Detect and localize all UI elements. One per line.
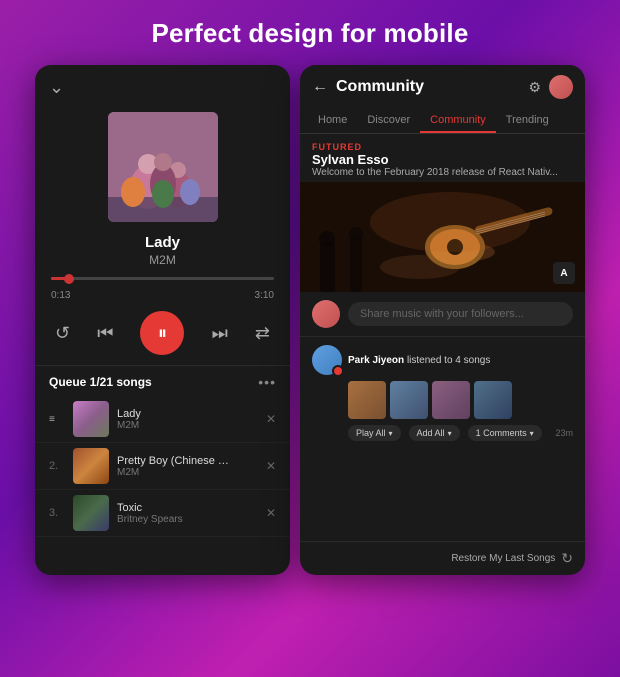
queue-number: 3. [49,507,65,519]
share-row: Share music with your followers... [300,292,585,337]
song-artist: M2M [45,253,280,267]
queue-item-info: Toxic Britney Spears [117,502,266,525]
album-art [108,112,218,222]
comments-button[interactable]: 1 Comments ▾ [468,425,542,441]
remove-item-icon[interactable]: ✕ [266,412,276,426]
playing-indicator-icon: ≡ [49,414,65,425]
activity-row: Park Jiyeon listened to 4 songs Play All… [300,337,585,449]
remove-item-icon[interactable]: ✕ [266,459,276,473]
progress-bar[interactable] [51,277,274,280]
tab-discover[interactable]: Discover [357,107,420,133]
activity-timestamp: 23m [555,428,573,438]
playback-controls: ↺ ⏮ ⏸ ⏭ ⇄ [35,305,290,365]
activity-action-text: listened to 4 songs [407,355,490,366]
community-phone: ← Community ⚙ Home Discover Community Tr… [300,65,585,575]
settings-icon[interactable]: ⚙ [528,79,541,96]
user-avatar[interactable] [549,75,573,99]
queue-list: ≡ Lady M2M ✕ 2. Pretty Boy (Chinese Mand… [35,396,290,575]
featured-artist-name: Sylvan Esso [312,152,573,167]
remove-item-icon[interactable]: ✕ [266,506,276,520]
share-user-avatar [312,300,340,328]
community-screen-title: Community [336,78,528,96]
pause-button[interactable]: ⏸ [140,311,184,355]
songs-thumbs [348,381,573,419]
album-art-svg [108,112,218,222]
song-thumb-4 [474,381,512,419]
song-thumb-3 [432,381,470,419]
comments-arrow-icon: ▾ [530,429,534,438]
activity-text: Park Jiyeon listened to 4 songs [348,355,490,366]
album-art-inner [108,112,218,222]
progress-container[interactable] [35,277,290,286]
time-row: 0:13 3:10 [35,286,290,305]
queue-item[interactable]: 3. Toxic Britney Spears ✕ [35,490,290,537]
queue-item-info: Pretty Boy (Chinese Mandarin Versi... M2… [117,455,266,478]
queue-item[interactable]: 2. Pretty Boy (Chinese Mandarin Versi...… [35,443,290,490]
player-top-bar: ⌄ [35,65,290,104]
activity-user-row: Park Jiyeon listened to 4 songs [312,345,573,375]
queue-song-artist: M2M [117,420,266,431]
queue-number: 2. [49,460,65,472]
queue-thumb-1 [73,401,109,437]
featured-image[interactable]: A [300,182,585,292]
page-title: Perfect design for mobile [151,18,468,49]
time-current: 0:13 [51,290,70,301]
restore-icon[interactable]: ↻ [561,550,573,567]
share-input[interactable]: Share music with your followers... [348,302,573,326]
restore-row: Restore My Last Songs ↻ [300,541,585,575]
activity-user-avatar [312,345,342,375]
featured-description: Welcome to the February 2018 release of … [312,167,573,178]
tab-trending[interactable]: Trending [496,107,559,133]
pause-icon: ⏸ [158,323,167,344]
repeat-icon[interactable]: ↺ [55,323,70,344]
guitar-image-overlay [300,182,585,292]
prev-icon[interactable]: ⏮ [97,323,113,344]
shuffle-icon[interactable]: ⇄ [255,323,270,344]
activity-actions: Play All ▾ Add All ▾ 1 Comments ▾ 23m [348,425,573,441]
queue-song-artist: Britney Spears [117,514,266,525]
add-all-button[interactable]: Add All ▾ [409,425,460,441]
progress-dot [64,274,74,284]
queue-header: Queue 1/21 songs ••• [35,365,290,396]
song-info: Lady M2M [35,234,290,277]
queue-song-title: Lady [117,408,237,420]
song-thumb-1 [348,381,386,419]
song-thumb-2 [390,381,428,419]
queue-label: Queue 1/21 songs [49,375,152,389]
tab-home[interactable]: Home [308,107,357,133]
activity-user-name: Park Jiyeon [348,355,404,366]
nav-tabs: Home Discover Community Trending [300,107,585,134]
play-all-arrow-icon: ▾ [389,429,393,438]
header-icons: ⚙ [528,75,573,99]
chevron-down-icon[interactable]: ⌄ [49,77,64,98]
time-total: 3:10 [255,290,274,301]
queue-song-title: Toxic [117,502,237,514]
featured-label: FUTURED [312,142,573,152]
community-header: ← Community ⚙ [300,65,585,107]
phones-container: ⌄ [0,65,620,575]
song-title: Lady [45,234,280,251]
queue-thumb-3 [73,495,109,531]
album-art-container [35,112,290,222]
play-all-button[interactable]: Play All ▾ [348,425,401,441]
music-player-phone: ⌄ [35,65,290,575]
add-all-arrow-icon: ▾ [448,429,452,438]
activity-avatar-badge [332,365,344,377]
queue-item[interactable]: ≡ Lady M2M ✕ [35,396,290,443]
queue-item-info: Lady M2M [117,408,266,431]
featured-section: FUTURED Sylvan Esso Welcome to the Febru… [300,134,585,182]
queue-song-title: Pretty Boy (Chinese Mandarin Versi... [117,455,237,467]
queue-more-icon[interactable]: ••• [258,374,276,390]
featured-logo: A [553,262,575,284]
tab-community[interactable]: Community [420,107,496,133]
next-icon[interactable]: ⏭ [212,323,228,344]
queue-song-artist: M2M [117,467,266,478]
back-arrow-icon[interactable]: ← [312,78,328,96]
queue-thumb-2 [73,448,109,484]
guitar-svg [300,182,585,292]
restore-label: Restore My Last Songs [451,553,555,564]
